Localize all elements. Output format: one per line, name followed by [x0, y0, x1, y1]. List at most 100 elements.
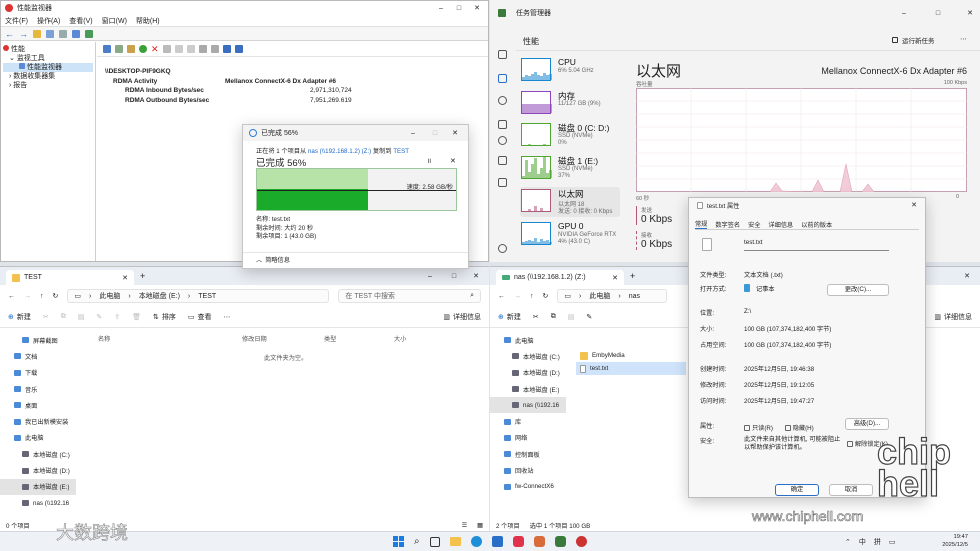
- up-icon[interactable]: ↑: [530, 293, 534, 300]
- edge-icon[interactable]: [470, 536, 482, 547]
- nav-item[interactable]: 控制面板: [490, 446, 566, 462]
- nav-item[interactable]: 我已出新模安装: [0, 413, 76, 429]
- perfmon-icon[interactable]: [575, 536, 587, 547]
- menu-file[interactable]: 文件(F): [5, 16, 28, 26]
- more-options-icon[interactable]: ⋯: [960, 35, 967, 43]
- pause-button[interactable]: ॥: [427, 157, 431, 166]
- close-button[interactable]: ✕: [469, 272, 483, 280]
- startup-icon[interactable]: [498, 120, 507, 129]
- close-button[interactable]: ✕: [448, 129, 462, 137]
- performance-icon[interactable]: [498, 74, 507, 83]
- tree-item-performance[interactable]: 性能: [3, 45, 93, 54]
- col-type[interactable]: 类型: [324, 334, 336, 343]
- close-tab-icon[interactable]: ✕: [612, 274, 618, 282]
- up-icon[interactable]: ↑: [40, 293, 44, 300]
- refresh-icon[interactable]: ↻: [53, 292, 59, 300]
- highlight-icon[interactable]: [162, 45, 171, 53]
- paste-icon[interactable]: [186, 45, 195, 53]
- col-size[interactable]: 大小: [394, 334, 406, 343]
- nav-item[interactable]: 本地磁盘 (C:): [0, 446, 76, 462]
- readonly-checkbox[interactable]: 只读(R): [744, 425, 773, 432]
- close-tab-icon[interactable]: ✕: [122, 274, 128, 282]
- more-icon[interactable]: ⋯: [224, 313, 231, 321]
- folder-icon[interactable]: [33, 29, 41, 38]
- task-manager-icon[interactable]: [554, 536, 566, 547]
- copy-source-link[interactable]: nas (\\192.168.1.2) (Z:): [308, 148, 371, 155]
- clock[interactable]: 19:47 2025/12/5: [942, 533, 968, 549]
- list-item[interactable]: EmbyMedia: [576, 349, 686, 362]
- cut-icon[interactable]: ✂: [43, 313, 49, 321]
- task-view-icon[interactable]: [429, 536, 440, 547]
- nav-item[interactable]: fw-ConnectX6: [490, 479, 566, 495]
- ime-type[interactable]: 拼: [874, 537, 881, 547]
- nav-item[interactable]: 屏幕截图: [0, 332, 76, 348]
- change-button[interactable]: 更改(C)...: [827, 284, 889, 296]
- zoom-icon[interactable]: [210, 45, 219, 53]
- step-icon[interactable]: [234, 45, 243, 53]
- nav-item[interactable]: 此电脑: [490, 332, 566, 348]
- nav-item[interactable]: 此电脑: [0, 430, 76, 446]
- app-history-icon[interactable]: [498, 96, 507, 105]
- crumb-nas[interactable]: nas: [629, 293, 640, 300]
- back-icon[interactable]: ←: [5, 29, 14, 39]
- nav-item[interactable]: 网络: [490, 430, 566, 446]
- forward-icon[interactable]: →: [24, 293, 31, 300]
- music-icon[interactable]: [512, 536, 524, 547]
- less-details-button[interactable]: ︿ 简略信息: [256, 255, 290, 264]
- close-button[interactable]: ✕: [960, 9, 980, 17]
- nav-item[interactable]: nas (\\192.16: [0, 495, 76, 511]
- resource-item-4[interactable]: 以太网 以太网 18 发送: 0 接收: 0 Kbps: [520, 186, 620, 217]
- nav-item[interactable]: 本地磁盘 (E:): [490, 381, 566, 397]
- cancel-copy-button[interactable]: ✕: [450, 157, 456, 165]
- forward-icon[interactable]: →: [19, 29, 28, 39]
- tree-item-reports[interactable]: › 报告: [3, 81, 93, 90]
- menu-action[interactable]: 操作(A): [37, 16, 60, 26]
- maximize-button[interactable]: □: [445, 273, 463, 280]
- crumb-folder[interactable]: TEST: [198, 293, 216, 300]
- nav-item[interactable]: 文档: [0, 348, 76, 364]
- nav-item[interactable]: 本地磁盘 (E:): [0, 478, 76, 495]
- tree-item-perfmon[interactable]: 性能监视器: [3, 63, 93, 72]
- details-icon[interactable]: [498, 156, 507, 165]
- props-tab-3[interactable]: 详细信息: [769, 220, 794, 229]
- nav-item[interactable]: 桌面: [0, 397, 76, 413]
- search-icon[interactable]: ⌕: [414, 536, 420, 547]
- add-counter-icon[interactable]: [139, 45, 147, 53]
- minimize-button[interactable]: –: [421, 273, 439, 280]
- props-tab-4[interactable]: 以前的版本: [801, 220, 832, 229]
- ime-mode[interactable]: 中: [859, 537, 866, 547]
- details-view-icon[interactable]: ☰: [462, 522, 468, 529]
- breadcrumb[interactable]: ▭ › 此电脑 › 本地磁盘 (E:) › TEST: [67, 289, 330, 303]
- nav-item[interactable]: 本地磁盘 (C:): [490, 348, 566, 364]
- graph-type-icon[interactable]: [103, 45, 111, 53]
- maximize-button[interactable]: □: [426, 130, 444, 137]
- crumb-drive[interactable]: 本地磁盘 (E:): [139, 291, 180, 301]
- copy-icon[interactable]: [174, 45, 183, 53]
- advanced-button[interactable]: 高级(D)...: [845, 418, 889, 430]
- start-icon[interactable]: [393, 536, 404, 547]
- new-button[interactable]: ⊕ 新建: [8, 312, 31, 322]
- store-icon[interactable]: [491, 536, 503, 547]
- maximize-button[interactable]: □: [926, 10, 950, 17]
- processes-icon[interactable]: [498, 50, 507, 59]
- delete-icon[interactable]: 🗑: [132, 313, 141, 321]
- pause-icon[interactable]: [222, 45, 231, 53]
- hidden-checkbox[interactable]: 隐藏(H): [784, 425, 814, 432]
- resource-item-1[interactable]: 内存 11/127 GB (9%): [520, 89, 620, 119]
- copy-dest-link[interactable]: TEST: [393, 148, 409, 155]
- props-tab-2[interactable]: 安全: [748, 220, 760, 229]
- tree-item-collector-sets[interactable]: › 数据收集器集: [3, 72, 93, 81]
- freeze-icon[interactable]: [115, 45, 123, 53]
- minimize-button[interactable]: –: [434, 5, 448, 12]
- new-tab-button[interactable]: +: [630, 271, 635, 281]
- share-icon[interactable]: ⇪: [114, 313, 120, 321]
- list-item[interactable]: test.txt: [576, 362, 686, 375]
- copy-icon[interactable]: ⧉: [551, 313, 556, 321]
- search-input[interactable]: 在 TEST 中搜索 ⌕: [338, 289, 481, 303]
- tree-item-monitor-tools[interactable]: ⌄ 监视工具: [3, 54, 93, 63]
- view-icon[interactable]: [85, 29, 93, 38]
- tab-test[interactable]: TEST ✕: [6, 270, 134, 285]
- rename-icon[interactable]: ✎: [586, 313, 592, 321]
- resource-item-2[interactable]: 磁盘 0 (C: D:) SSD (NVMe) 0%: [520, 121, 620, 151]
- nav-item[interactable]: 音乐: [0, 381, 76, 397]
